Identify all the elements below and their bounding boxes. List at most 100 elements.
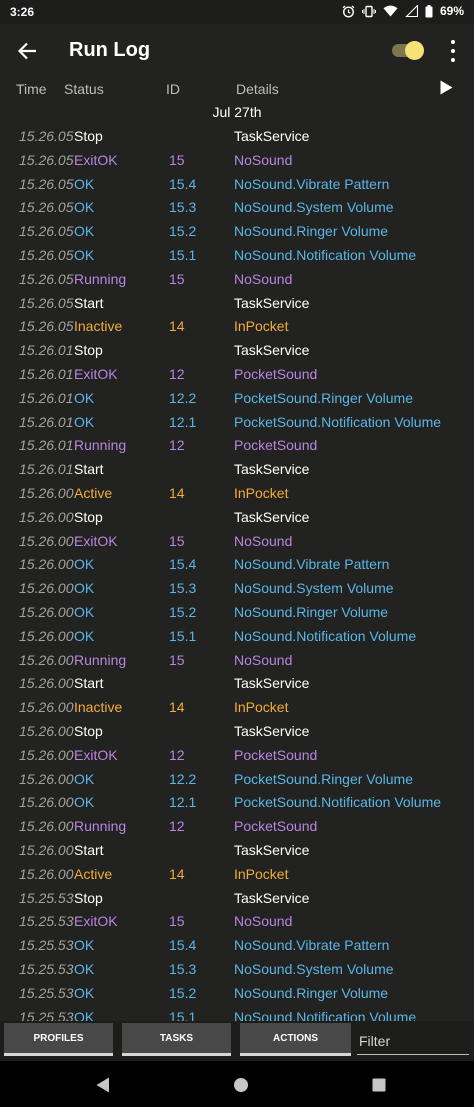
status-icons: 69% [342, 4, 464, 18]
log-id: 14 [169, 699, 185, 716]
log-details: InPocket [234, 318, 289, 335]
log-status: ExitOK [74, 913, 118, 930]
log-id: 15.3 [169, 961, 197, 977]
log-row[interactable]: 15.26.05 ExitOK 15 NoSound [0, 149, 474, 172]
log-row[interactable]: 15.26.00 Active 14 InPocket [0, 863, 474, 886]
log-status: OK [74, 937, 95, 954]
nav-recents-button[interactable] [369, 1075, 389, 1095]
column-header: Time Status ID Details [0, 78, 474, 100]
play-button[interactable] [440, 80, 453, 98]
log-id: 15 [169, 532, 185, 549]
log-row[interactable]: 15.26.01 Start TaskService [0, 458, 474, 481]
log-row[interactable]: 15.25.53 OK 15.1 NoSound.Notification Volum… [0, 1006, 474, 1021]
log-details: NoSound.Notification Volume [234, 627, 417, 644]
log-details: NoSound [234, 270, 293, 287]
log-row[interactable]: 15.26.01 OK 12.1 PocketSound.Notification V… [0, 411, 474, 434]
log-row[interactable]: 15.26.00 OK 15.1 NoSound.Notification Volum… [0, 625, 474, 648]
log-details: TaskService [234, 294, 310, 311]
log-time: 15.26.00 [19, 794, 74, 811]
log-row[interactable]: 15.26.00 Active 14 InPocket [0, 482, 474, 505]
log-row[interactable]: 15.26.00 Start TaskService [0, 672, 474, 695]
log-details: PocketSound.Notification Volume [234, 794, 442, 811]
log-row[interactable]: 15.26.00 OK 15.3 NoSound.System Volume [0, 577, 474, 600]
log-status: Inactive [74, 318, 123, 335]
log-details: TaskService [234, 842, 310, 858]
log-details: NoSound [234, 151, 293, 168]
log-row[interactable]: 15.26.00 OK 12.1 PocketSound.Notification V… [0, 791, 474, 814]
log-row[interactable]: 15.26.01 OK 12.2 PocketSound.Ringer Volume [0, 387, 474, 410]
log-row[interactable]: 15.26.00 Stop TaskService [0, 506, 474, 529]
log-row[interactable]: 15.26.05 Inactive 14 InPocket [0, 315, 474, 338]
log-status: OK [74, 413, 95, 430]
log-row[interactable]: 15.26.05 OK 15.2 NoSound.Ringer Volume [0, 220, 474, 243]
log-status: Stop [74, 723, 103, 739]
log-row[interactable]: 15.26.00 Inactive 14 InPocket [0, 696, 474, 719]
log-row[interactable]: 15.26.00 Start TaskService [0, 839, 474, 862]
run-log-list[interactable]: Time Status ID Details Jul 27th 15.26.05… [0, 78, 474, 1021]
log-details: NoSound.Notification Volume [234, 247, 417, 263]
column-time: Time [16, 81, 47, 97]
log-time: 15.26.00 [19, 580, 74, 597]
alarm-icon [342, 5, 355, 18]
log-row[interactable]: 15.26.05 OK 15.3 NoSound.System Volume [0, 196, 474, 219]
log-row[interactable]: 15.26.00 Stop TaskService [0, 720, 474, 743]
log-status: OK [74, 1008, 95, 1021]
log-row[interactable]: 15.25.53 ExitOK 15 NoSound [0, 910, 474, 933]
log-id: 15.3 [169, 199, 197, 216]
log-row[interactable]: 15.25.53 OK 15.3 NoSound.System Volume [0, 958, 474, 981]
log-time: 15.26.05 [19, 199, 74, 216]
filter-input[interactable] [357, 1027, 469, 1055]
column-status: Status [64, 81, 104, 97]
log-id: 15 [169, 651, 185, 668]
log-details: NoSound.Ringer Volume [234, 223, 389, 240]
log-time: 15.26.01 [19, 342, 74, 359]
log-status: OK [74, 770, 95, 787]
log-id: 12.1 [169, 413, 197, 430]
log-enabled-toggle[interactable] [392, 40, 426, 60]
tab-actions[interactable]: ACTIONS [240, 1023, 351, 1056]
log-row[interactable]: 15.26.05 OK 15.4 NoSound.Vibrate Pattern [0, 173, 474, 196]
log-status: Start [74, 461, 104, 478]
system-nav-bar [0, 1061, 474, 1107]
overflow-menu-button[interactable] [444, 38, 462, 64]
page-title: Run Log [69, 39, 151, 61]
log-row[interactable]: 15.25.53 OK 15.2 NoSound.Ringer Volume [0, 982, 474, 1005]
log-row[interactable]: 15.26.00 OK 15.2 NoSound.Ringer Volume [0, 601, 474, 624]
log-status: OK [74, 580, 95, 597]
log-row[interactable]: 15.26.00 Running 12 PocketSound [0, 815, 474, 838]
log-status: Stop [74, 889, 103, 906]
nav-home-button[interactable] [231, 1075, 251, 1095]
log-time: 15.26.05 [19, 175, 74, 192]
log-details: NoSound.Ringer Volume [234, 984, 389, 1001]
arrow-left-icon [17, 42, 36, 60]
log-time: 15.26.00 [19, 675, 74, 692]
log-row[interactable]: 15.26.05 Running 15 NoSound [0, 268, 474, 291]
log-row[interactable]: 15.26.05 OK 15.1 NoSound.Notification Volum… [0, 244, 474, 267]
tab-tasks[interactable]: TASKS [122, 1023, 231, 1056]
log-time: 15.26.00 [19, 723, 74, 739]
log-row[interactable]: 15.26.00 ExitOK 12 PocketSound [0, 744, 474, 767]
log-row[interactable]: 15.25.53 OK 15.4 NoSound.Vibrate Pattern [0, 934, 474, 957]
log-row[interactable]: 15.26.00 ExitOK 15 NoSound [0, 530, 474, 553]
log-status: ExitOK [74, 151, 118, 168]
play-icon [440, 80, 453, 95]
bottom-bar: PROFILES TASKS ACTIONS [0, 1021, 474, 1061]
log-row[interactable]: 15.26.01 Running 12 PocketSound [0, 434, 474, 457]
back-button[interactable] [12, 37, 42, 65]
log-status: Running [74, 270, 127, 287]
app-bar: Run Log [0, 24, 474, 78]
log-row[interactable]: 15.26.05 Stop TaskService [0, 125, 474, 148]
tab-profiles[interactable]: PROFILES [4, 1023, 113, 1056]
log-row[interactable]: 15.26.00 OK 12.2 PocketSound.Ringer Volume [0, 768, 474, 791]
log-row[interactable]: 15.26.00 Running 15 NoSound [0, 649, 474, 672]
log-row[interactable]: 15.26.01 ExitOK 12 PocketSound [0, 363, 474, 386]
log-details: TaskService [234, 723, 310, 739]
log-row[interactable]: 15.26.00 OK 15.4 NoSound.Vibrate Pattern [0, 553, 474, 576]
log-row[interactable]: 15.25.53 Stop TaskService [0, 887, 474, 910]
log-time: 15.26.00 [19, 604, 74, 620]
log-row[interactable]: 15.26.01 Stop TaskService [0, 339, 474, 362]
log-row[interactable]: 15.26.05 Start TaskService [0, 292, 474, 315]
log-time: 15.26.00 [19, 865, 74, 882]
log-id: 12.2 [169, 389, 197, 406]
nav-back-button[interactable] [93, 1075, 113, 1095]
